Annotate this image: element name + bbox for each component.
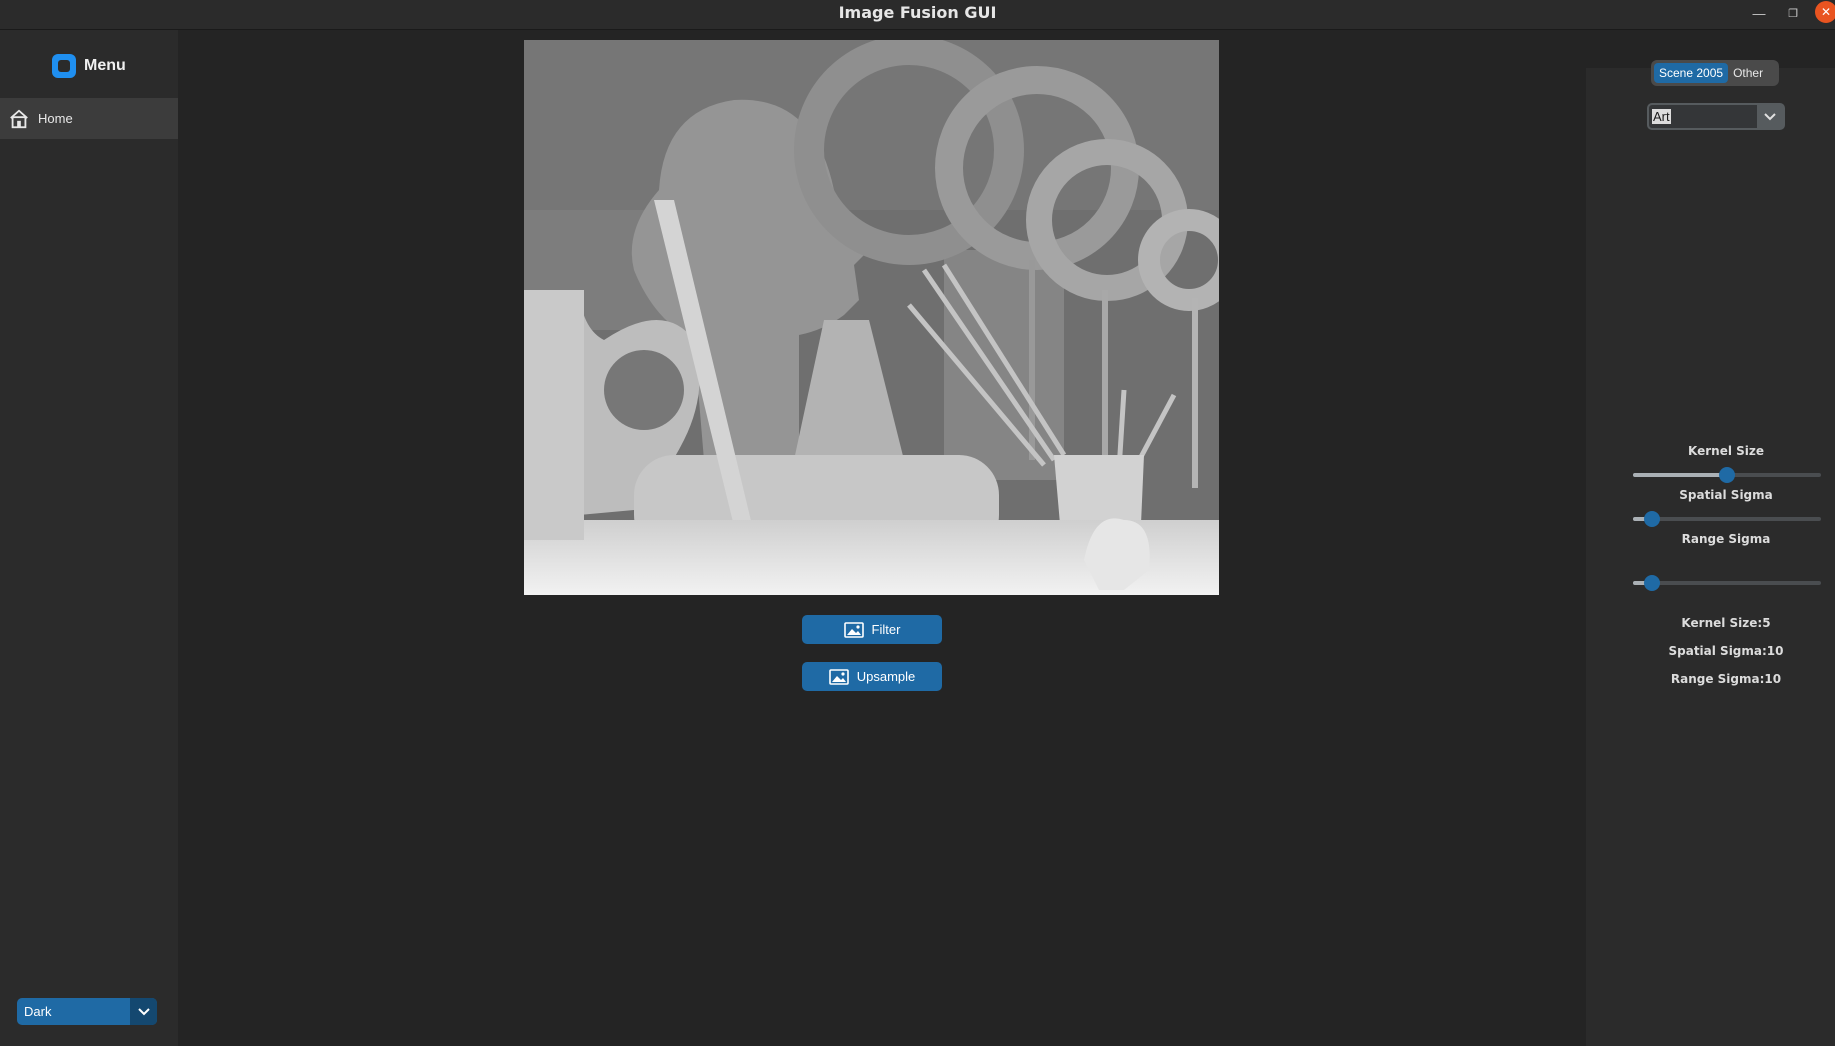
slider-handle[interactable] xyxy=(1719,467,1735,483)
sidebar: Menu Home Dark xyxy=(0,30,178,1046)
depth-map-image xyxy=(524,40,1219,595)
sidebar-item-label: Home xyxy=(38,111,73,126)
appearance-mode-select[interactable]: Dark xyxy=(17,998,157,1025)
upsample-button[interactable]: Upsample xyxy=(802,662,942,691)
filter-button-label: Filter xyxy=(871,622,901,637)
dataset-combobox[interactable]: Art xyxy=(1647,103,1785,130)
spatial-sigma-readout: Spatial Sigma:10 xyxy=(1668,644,1784,658)
slider-handle[interactable] xyxy=(1643,511,1660,527)
scene-segmented-control[interactable]: Scene 2005 Other xyxy=(1651,60,1779,86)
spatial-sigma-slider[interactable] xyxy=(1633,511,1821,527)
sidebar-brand: Menu xyxy=(52,51,126,81)
depth-map-graphic xyxy=(524,40,1219,595)
segment-scene-2005[interactable]: Scene 2005 xyxy=(1654,63,1729,83)
chevron-down-icon[interactable] xyxy=(130,998,157,1025)
title-bar: Image Fusion GUI — ❐ ✕ xyxy=(0,0,1835,30)
maximize-button[interactable]: ❐ xyxy=(1782,3,1804,25)
kernel-size-slider[interactable] xyxy=(1633,467,1821,483)
dataset-combobox-input[interactable]: Art xyxy=(1649,109,1757,124)
minimize-button[interactable]: — xyxy=(1748,3,1770,25)
image-icon xyxy=(843,621,864,638)
upsample-button-label: Upsample xyxy=(856,669,916,684)
app-logo-icon xyxy=(52,54,76,78)
slider-fill xyxy=(1633,473,1727,477)
close-button[interactable]: ✕ xyxy=(1815,1,1835,23)
sidebar-title: Menu xyxy=(84,57,126,74)
spatial-sigma-label: Spatial Sigma xyxy=(1679,488,1773,502)
appearance-mode-value: Dark xyxy=(24,1004,52,1019)
home-icon xyxy=(10,109,28,128)
filter-button[interactable]: Filter xyxy=(802,615,942,644)
dataset-combobox-value: Art xyxy=(1652,109,1671,124)
image-icon xyxy=(828,668,849,685)
kernel-size-label: Kernel Size xyxy=(1688,444,1764,458)
kernel-size-readout: Kernel Size:5 xyxy=(1681,616,1771,630)
right-panel xyxy=(1586,68,1835,1046)
slider-handle[interactable] xyxy=(1643,575,1660,591)
range-sigma-readout: Range Sigma:10 xyxy=(1670,672,1782,686)
chevron-down-icon[interactable] xyxy=(1757,105,1783,128)
range-sigma-label: Range Sigma xyxy=(1681,532,1771,546)
range-sigma-slider[interactable] xyxy=(1633,575,1821,591)
window-title: Image Fusion GUI xyxy=(838,3,997,22)
sidebar-item-home[interactable]: Home xyxy=(0,98,178,139)
segment-other[interactable]: Other xyxy=(1728,63,1768,83)
